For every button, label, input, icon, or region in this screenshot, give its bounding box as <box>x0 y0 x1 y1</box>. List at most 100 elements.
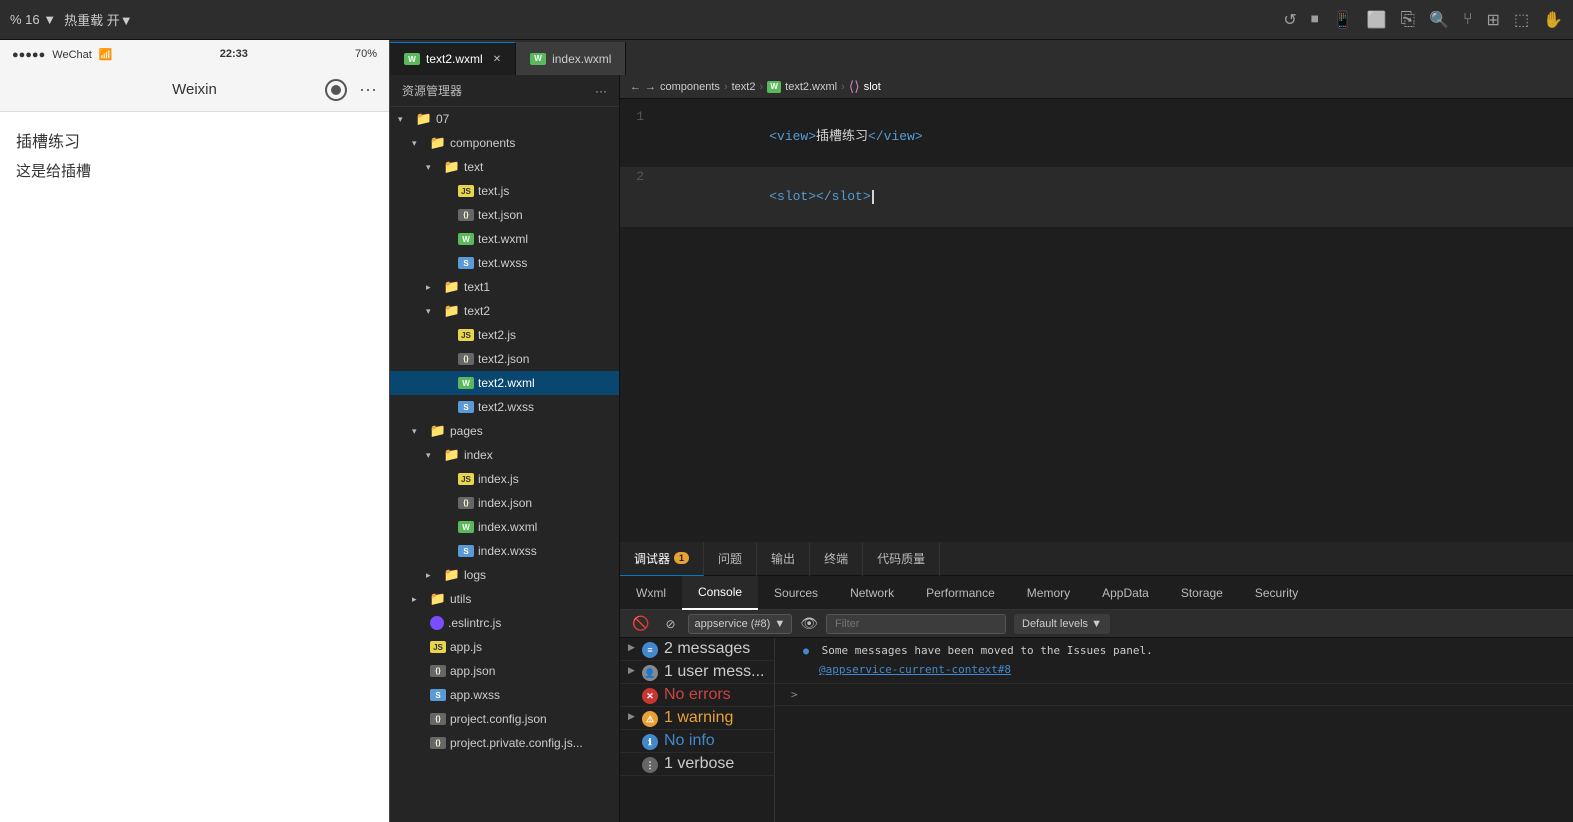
tree-item-text[interactable]: ▾ 📁 text <box>390 155 619 179</box>
hand-icon[interactable]: ✋ <box>1543 10 1563 30</box>
item-label-.eslintrc.js: .eslintrc.js <box>448 616 501 630</box>
devtools-tab-sources[interactable]: Sources <box>758 576 834 610</box>
tree-item-app.json[interactable]: {} app.json <box>390 659 619 683</box>
item-label-text.wxss: text.wxss <box>478 256 527 270</box>
tree-item-.eslintrc.js[interactable]: .eslintrc.js <box>390 611 619 635</box>
tree-item-index.json[interactable]: {} index.json <box>390 491 619 515</box>
devtools-tab-memory[interactable]: Memory <box>1011 576 1086 610</box>
breadcrumb-back-icon[interactable]: ← <box>630 81 641 93</box>
console-row-verbose[interactable]: ⋮ 1 verbose <box>620 753 774 776</box>
sidebar-more-icon[interactable]: ··· <box>595 84 607 98</box>
ide-tab-debugger[interactable]: 调试器 1 <box>620 542 704 576</box>
tree-item-text.wxml[interactable]: W text.wxml <box>390 227 619 251</box>
copy-icon[interactable]: ⎘ <box>1401 9 1415 30</box>
console-service-select[interactable]: appservice (#8) ▼ <box>688 614 793 634</box>
file-icon-wxml: W <box>458 521 474 533</box>
file-icon-folder: 📁 <box>444 305 460 317</box>
devtools-tab-wxml[interactable]: Wxml <box>620 576 682 610</box>
devtools-tab-network[interactable]: Network <box>834 576 910 610</box>
sep2: › <box>759 81 763 93</box>
console-row-messages[interactable]: ▶ ≡ 2 messages <box>620 638 774 661</box>
console-row-errors[interactable]: ✕ No errors <box>620 684 774 707</box>
info-text: No info <box>664 732 766 750</box>
tree-item-index_folder[interactable]: ▾ 📁 index <box>390 443 619 467</box>
ide-tab-codequality[interactable]: 代码质量 <box>863 542 940 576</box>
devtools-tab-storage[interactable]: Storage <box>1165 576 1239 610</box>
line-num-2: 2 <box>620 167 660 187</box>
console-clear-btn[interactable]: 🚫 <box>628 613 653 634</box>
breadcrumb-text2wxml[interactable]: text2.wxml <box>785 81 837 93</box>
console-row-user[interactable]: ▶ 👤 1 user mess... <box>620 661 774 684</box>
breadcrumb-forward-icon[interactable]: → <box>645 81 656 93</box>
tree-item-text1[interactable]: ▸ 📁 text1 <box>390 275 619 299</box>
item-label-utils: utils <box>450 592 471 606</box>
branch-icon[interactable]: ⑂ <box>1463 11 1473 29</box>
tree-item-text2.wxss[interactable]: S text2.wxss <box>390 395 619 419</box>
stop-icon[interactable]: ⏹ <box>1311 11 1319 29</box>
grid1-icon[interactable]: ⊞ <box>1487 10 1500 30</box>
tree-item-index.wxss[interactable]: S index.wxss <box>390 539 619 563</box>
tree-item-project.private.config.js[interactable]: {} project.private.config.js... <box>390 731 619 755</box>
tree-item-components[interactable]: ▾ 📁 components <box>390 131 619 155</box>
window-icon[interactable]: ⬜ <box>1367 10 1387 30</box>
ide-tab-issues[interactable]: 问题 <box>704 542 757 576</box>
tab-text2wxml[interactable]: W text2.wxml ✕ <box>390 42 516 75</box>
console-stop-btn[interactable]: ⊘ <box>661 615 679 633</box>
refresh-icon[interactable]: ↺ <box>1283 10 1296 30</box>
tree-item-utils[interactable]: ▸ 📁 utils <box>390 587 619 611</box>
devtools-tab-console[interactable]: Console <box>682 576 758 610</box>
item-label-app.wxss: app.wxss <box>450 688 500 702</box>
console-row-warning[interactable]: ▶ ⚠ 1 warning <box>620 707 774 730</box>
chevron-pages: ▾ <box>412 426 426 437</box>
devtools-tab-security[interactable]: Security <box>1239 576 1314 610</box>
header-dots[interactable]: ··· <box>359 79 377 100</box>
tree-item-text2.wxml[interactable]: W text2.wxml <box>390 371 619 395</box>
tree-item-index.wxml[interactable]: W index.wxml <box>390 515 619 539</box>
tree-item-text2[interactable]: ▾ 📁 text2 <box>390 299 619 323</box>
search-icon[interactable]: 🔍 <box>1429 10 1449 30</box>
chevron-07: ▾ <box>398 114 412 125</box>
breadcrumb-text2[interactable]: text2 <box>732 81 756 93</box>
file-icon-folder: 📁 <box>444 569 460 581</box>
expand-messages[interactable]: ▶ <box>628 640 642 653</box>
expand-user[interactable]: ▶ <box>628 663 642 676</box>
hotreload-label[interactable]: 热重载 开▼ <box>64 10 132 29</box>
tree-item-logs[interactable]: ▸ 📁 logs <box>390 563 619 587</box>
tree-item-app.wxss[interactable]: S app.wxss <box>390 683 619 707</box>
tree-item-project.config.json[interactable]: {} project.config.json <box>390 707 619 731</box>
code-editor[interactable]: 1 <view>插槽练习</view> 2 <slot></slot> <box>620 99 1573 542</box>
devtools-tab-performance[interactable]: Performance <box>910 576 1011 610</box>
tree-item-text2.json[interactable]: {} text2.json <box>390 347 619 371</box>
service-select-arrow: ▼ <box>774 618 785 630</box>
grid2-icon[interactable]: ⬚ <box>1514 10 1529 30</box>
tab-text2wxml-close[interactable]: ✕ <box>493 54 501 65</box>
tree-item-text.json[interactable]: {} text.json <box>390 203 619 227</box>
tab-indexwxml-label: index.wxml <box>552 52 611 66</box>
breadcrumb-slot: slot <box>864 81 881 93</box>
ide-tab-output[interactable]: 输出 <box>757 542 810 576</box>
circle-inner <box>331 85 341 95</box>
console-filter-input[interactable] <box>826 614 1006 634</box>
tab-indexwxml[interactable]: W index.wxml <box>516 42 626 75</box>
console-eye-btn[interactable]: 👁 <box>800 615 818 632</box>
console-row-info[interactable]: ℹ No info <box>620 730 774 753</box>
info-message-link[interactable]: @appservice-current-context#8 <box>819 663 1011 676</box>
warning-icon: ⚠ <box>642 711 658 727</box>
console-levels-select[interactable]: Default levels ▼ <box>1014 614 1110 634</box>
expand-warning[interactable]: ▶ <box>628 709 642 722</box>
tree-item-text.js[interactable]: JS text.js <box>390 179 619 203</box>
main-body: ●●●●● WeChat 📶 22:33 70% Weixin ··· 插槽练习… <box>0 40 1573 822</box>
header-circle[interactable] <box>325 79 347 101</box>
ide-tab-terminal[interactable]: 终端 <box>810 542 863 576</box>
tree-item-pages[interactable]: ▾ 📁 pages <box>390 419 619 443</box>
tree-item-text2.js[interactable]: JS text2.js <box>390 323 619 347</box>
tree-item-index.js[interactable]: JS index.js <box>390 467 619 491</box>
phone-icon[interactable]: 📱 <box>1333 10 1353 30</box>
breadcrumb-components[interactable]: components <box>660 81 720 93</box>
file-icon-json: {} <box>430 737 446 749</box>
tree-item-07[interactable]: ▾ 📁 07 <box>390 107 619 131</box>
console-prompt[interactable]: > <box>783 686 806 703</box>
tree-item-text.wxss[interactable]: S text.wxss <box>390 251 619 275</box>
tree-item-app.js[interactable]: JS app.js <box>390 635 619 659</box>
devtools-tab-appdata[interactable]: AppData <box>1086 576 1165 610</box>
